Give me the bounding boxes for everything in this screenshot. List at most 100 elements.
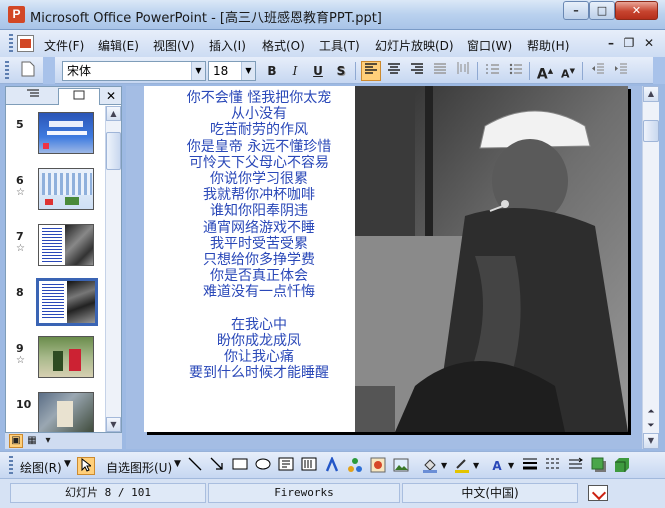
scroll-down-arrow-icon[interactable]: ▼ <box>106 417 121 432</box>
new-document-icon[interactable] <box>18 61 38 81</box>
menu-grip-handle[interactable] <box>9 34 13 53</box>
next-slide-icon[interactable]: ⏷ <box>643 419 659 433</box>
vertical-textbox-icon[interactable] <box>300 457 318 475</box>
slide-thumbnail-6[interactable]: 6 ☆ <box>6 162 104 218</box>
menu-edit[interactable]: 编辑(E) <box>98 37 139 54</box>
chevron-down-icon[interactable]: ▼ <box>241 62 255 80</box>
menu-format[interactable]: 格式(O) <box>262 37 305 54</box>
wordart-icon[interactable] <box>323 455 341 475</box>
diagram-icon[interactable] <box>346 457 364 475</box>
font-color-icon[interactable]: A <box>488 457 506 475</box>
bold-button[interactable]: B <box>262 61 282 81</box>
tab-slides[interactable] <box>58 88 100 105</box>
toolbar-overflow-chevron-icon[interactable] <box>653 57 665 84</box>
scroll-down-arrow-icon[interactable]: ▼ <box>643 433 659 449</box>
numbered-list-icon[interactable] <box>483 61 503 81</box>
menu-insert[interactable]: 插入(I) <box>209 37 246 54</box>
font-name-combo[interactable]: 宋体 ▼ <box>62 61 206 81</box>
previous-slide-icon[interactable]: ⏶ <box>643 405 659 419</box>
normal-view-icon[interactable]: ▣ <box>9 434 23 448</box>
worker-photo[interactable] <box>355 86 628 432</box>
slide-thumbnail-8[interactable]: 8 <box>6 274 104 330</box>
scroll-up-arrow-icon[interactable]: ▲ <box>643 86 659 102</box>
slide-thumbnail-9[interactable]: 9 ☆ <box>6 330 104 386</box>
underline-button[interactable]: U <box>308 61 328 81</box>
decrease-font-size-icon[interactable]: A▼ <box>558 61 578 81</box>
textbox-icon[interactable] <box>277 457 295 475</box>
slides-scrollbar[interactable]: ▲ ▼ <box>105 106 121 432</box>
toolbar-grip-handle[interactable] <box>5 61 9 80</box>
shadow-style-icon[interactable] <box>590 457 608 475</box>
doc-close-button[interactable]: ✕ <box>642 37 656 49</box>
chevron-down-icon[interactable]: ▼ <box>64 459 71 469</box>
increase-indent-icon[interactable] <box>611 61 631 81</box>
chevron-down-icon[interactable]: ▼ <box>508 461 514 470</box>
drawing-toolbar: 绘图(R) ▼ 自选图形(U) ▼ ▼ ▼ A ▼ <box>0 451 665 478</box>
doc-minimize-button[interactable]: – <box>604 37 618 49</box>
menu-file[interactable]: 文件(F) <box>44 37 84 54</box>
align-center-icon[interactable] <box>384 61 404 81</box>
picture-icon[interactable] <box>392 457 410 475</box>
menu-view[interactable]: 视图(V) <box>153 37 195 54</box>
italic-button[interactable]: I <box>285 61 305 81</box>
bullet-list-icon[interactable] <box>506 61 526 81</box>
slideshow-view-icon[interactable]: ▾ <box>41 434 55 448</box>
close-icon[interactable]: ✕ <box>103 88 119 104</box>
menu-slideshow[interactable]: 幻灯片放映(D) <box>375 37 454 54</box>
scrollbar-thumb[interactable] <box>106 132 121 170</box>
arrow-style-icon[interactable] <box>567 457 585 475</box>
oval-icon[interactable] <box>254 457 272 475</box>
close-button[interactable]: ✕ <box>615 1 658 20</box>
font-size-combo[interactable]: 18 ▼ <box>208 61 256 81</box>
3d-style-icon[interactable] <box>613 457 631 475</box>
decrease-indent-icon[interactable] <box>588 61 608 81</box>
document-icon[interactable] <box>17 35 34 52</box>
select-pointer-icon[interactable] <box>77 457 95 475</box>
slide-thumbnail-5[interactable]: 5 <box>6 106 104 162</box>
shadow-button[interactable]: S <box>331 61 351 81</box>
spelling-check-icon[interactable] <box>588 485 608 501</box>
animation-star-icon: ☆ <box>16 187 25 198</box>
maximize-button[interactable]: □ <box>589 1 615 20</box>
powerpoint-app-icon[interactable]: P <box>8 6 25 23</box>
status-bar: 幻灯片 8 / 101 Fireworks 中文(中国) <box>0 478 665 508</box>
doc-restore-button[interactable]: ❐ <box>622 37 636 49</box>
slide-thumbnail-10[interactable]: 10 <box>6 386 104 432</box>
scrollbar-thumb[interactable] <box>643 120 659 142</box>
tab-outline[interactable] <box>10 88 56 105</box>
menu-window[interactable]: 窗口(W) <box>467 37 512 54</box>
rectangle-icon[interactable] <box>231 457 249 475</box>
chevron-down-icon[interactable]: ▼ <box>441 461 447 470</box>
chevron-down-icon[interactable]: ▼ <box>473 461 479 470</box>
toolbar-separator <box>529 62 530 80</box>
panel-tabs: ✕ <box>6 87 121 105</box>
fill-color-icon[interactable] <box>421 457 439 475</box>
toolbar-overflow-chevron-icon[interactable] <box>43 57 55 84</box>
autoshapes-button[interactable]: 自选图形(U) <box>106 459 172 476</box>
align-left-icon[interactable] <box>361 61 381 81</box>
chevron-down-icon[interactable]: ▼ <box>174 459 181 469</box>
menu-help[interactable]: 帮助(H) <box>527 37 569 54</box>
dash-style-icon[interactable] <box>544 457 562 475</box>
arrow-icon[interactable] <box>208 457 226 475</box>
current-slide[interactable]: 你不会懂 怪我把你太宠 从小没有 吃苦耐劳的作风 你是皇帝 永远不懂珍惜 可怜天下父母心… <box>144 86 628 432</box>
justify-icon[interactable] <box>430 61 450 81</box>
increase-font-size-icon[interactable]: A▲ <box>535 61 555 83</box>
scroll-up-arrow-icon[interactable]: ▲ <box>106 106 121 121</box>
poem-text-box[interactable]: 你不会懂 怪我把你太宠 从小没有 吃苦耐劳的作风 你是皇帝 永远不懂珍惜 可怜天下父母心… <box>154 90 364 381</box>
slide-sorter-view-icon[interactable]: ▦ <box>25 434 39 448</box>
slide-preview-image <box>38 224 94 266</box>
slide-scrollbar[interactable]: ▲ ⏶ ⏷ ▼ <box>642 86 659 449</box>
menu-tools[interactable]: 工具(T) <box>319 37 360 54</box>
line-icon[interactable] <box>186 457 204 475</box>
line-style-icon[interactable] <box>521 457 539 475</box>
clipart-icon[interactable] <box>369 457 387 475</box>
align-right-icon[interactable] <box>407 61 427 81</box>
draw-menu-button[interactable]: 绘图(R) <box>20 459 62 476</box>
minimize-button[interactable]: – <box>563 1 589 20</box>
toolbar-grip-handle[interactable] <box>9 456 13 475</box>
line-color-icon[interactable] <box>453 457 471 475</box>
chevron-down-icon[interactable]: ▼ <box>191 62 205 80</box>
distribute-icon[interactable] <box>453 61 473 81</box>
slide-thumbnail-7[interactable]: 7 ☆ <box>6 218 104 274</box>
